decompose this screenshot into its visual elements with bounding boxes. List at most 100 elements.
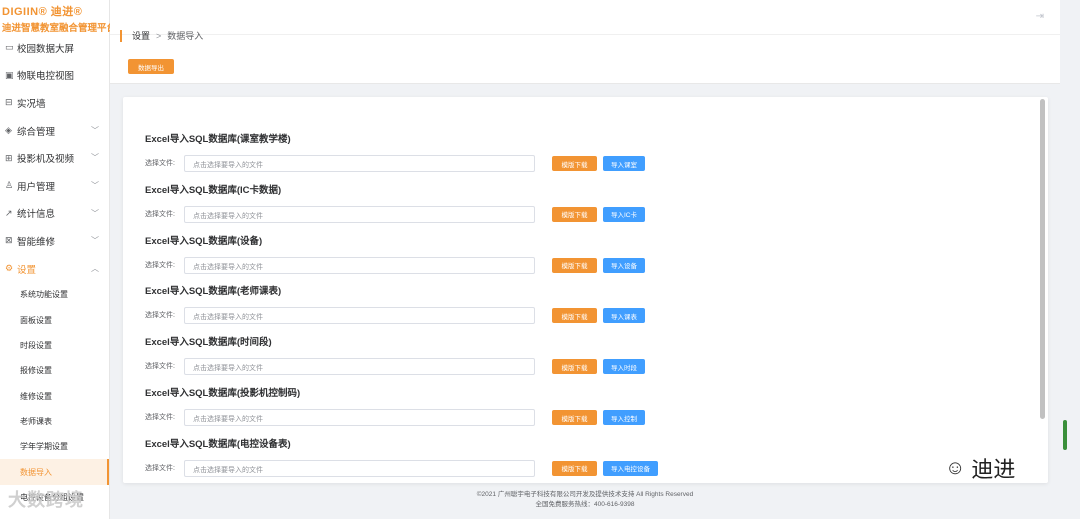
submenu-item-2[interactable]: 时段设置 — [0, 333, 109, 358]
file-label: 选择文件: — [145, 414, 175, 421]
breadcrumb-root[interactable]: 设置 — [132, 31, 150, 41]
watermark-left: 大数跨境 — [8, 486, 84, 512]
file-row: 选择文件: 点击选择要导入的文件 模版下载 导入控制 — [145, 409, 685, 426]
file-picker-input[interactable]: 点击选择要导入的文件 — [184, 459, 535, 477]
submenu-item-4[interactable]: 维修设置 — [0, 384, 109, 409]
section-title: Excel导入SQL数据库(时间段) — [145, 337, 272, 349]
side-scroll-indicator — [1063, 420, 1067, 450]
import-button[interactable]: 导入课室 — [603, 156, 645, 171]
sidebar-item-5[interactable]: ♙ 用户管理 ﹀ — [0, 172, 109, 200]
file-row: 选择文件: 点击选择要导入的文件 模版下载 导入时段 — [145, 358, 685, 376]
main-area: ⇥ 设置 > 数据导入 数据导出 Excel导入SQL数据库(课室教学楼) 选择文件:… — [110, 0, 1060, 519]
import-button[interactable]: 导入电控设备 — [603, 460, 658, 476]
file-label: 选择文件: — [145, 160, 175, 167]
submenu-item-7[interactable]: 数据导入 — [0, 459, 109, 485]
sidebar-item-8[interactable]: ⚙ 设置 ︿ — [0, 255, 109, 283]
file-picker-input[interactable]: 点击选择要导入的文件 — [184, 307, 535, 325]
sidebar-item-6[interactable]: ↗ 统计信息 ﹀ — [0, 200, 109, 228]
gear-icon: ⚙ — [5, 263, 14, 274]
import-section: Excel导入SQL数据库(电控设备表) 选择文件: 点击选择要导入的文件 模版下载导… — [145, 436, 685, 477]
file-row: 选择文件: 点击选择要导入的文件 模版下载 导入IC卡 — [145, 205, 685, 223]
import-button[interactable]: 导入IC卡 — [603, 206, 645, 222]
import-section: Excel导入SQL数据库(投影机控制码) 选择文件: 点击选择要导入的文件 模版下载… — [145, 385, 685, 426]
file-label: 选择文件: — [145, 312, 175, 320]
template-download-button[interactable]: 模版下载 — [552, 410, 597, 425]
sidebar-item-4[interactable]: ⊞ 投影机及视频 ﹀ — [0, 144, 109, 172]
file-label: 选择文件: — [145, 464, 175, 472]
file-picker-input[interactable]: 点击选择要导入的文件 — [184, 358, 535, 376]
sidebar-item-label: 智能维修 — [17, 236, 56, 248]
section-title: Excel导入SQL数据库(设备) — [145, 235, 263, 247]
breadcrumb: 设置 > 数据导入 — [120, 30, 203, 42]
template-download-button[interactable]: 模版下载 — [552, 359, 597, 375]
repair-icon: ⊠ — [5, 235, 13, 246]
watermark-right: ☺ 迪进 — [945, 452, 1015, 484]
file-picker-input[interactable]: 点击选择要导入的文件 — [184, 155, 535, 172]
submenu-item-6[interactable]: 学年学期设置 — [0, 434, 109, 459]
import-button[interactable]: 导入课表 — [603, 308, 645, 324]
import-button[interactable]: 导入设备 — [603, 257, 645, 273]
sidebar-item-0[interactable]: ▭ 校园数据大屏 — [0, 34, 109, 62]
sidebar-item-1[interactable]: ▣ 物联电控视图 — [0, 62, 109, 90]
top-bar: ⇥ — [110, 0, 1060, 34]
section-title: Excel导入SQL数据库(课室教学楼) — [145, 134, 291, 145]
template-download-button[interactable]: 模版下载 — [552, 156, 597, 171]
chevron-icon: ﹀ — [91, 125, 99, 135]
section-title: Excel导入SQL数据库(投影机控制码) — [145, 388, 301, 399]
section-title: Excel导入SQL数据库(IC卡数据) — [145, 184, 282, 196]
template-download-button[interactable]: 模版下载 — [552, 257, 597, 273]
file-picker-input[interactable]: 点击选择要导入的文件 — [184, 256, 535, 274]
submenu-item-1[interactable]: 面板设置 — [0, 308, 109, 333]
brand-subtitle: 迪进智慧教室融合管理平台 — [2, 23, 117, 34]
import-button[interactable]: 导入控制 — [603, 410, 645, 425]
footer: ©2021 广州聪宇电子科技有限公司开发及提供技术支持 All Rights R… — [110, 490, 1060, 510]
file-picker-input[interactable]: 点击选择要导入的文件 — [184, 205, 535, 223]
template-download-button[interactable]: 模版下载 — [552, 460, 597, 476]
template-download-button[interactable]: 模版下载 — [552, 308, 597, 324]
import-button[interactable]: 导入时段 — [603, 359, 645, 375]
footer-hotline: 全国免费服务热线：400-616-9398 — [535, 501, 635, 508]
file-row: 选择文件: 点击选择要导入的文件 模版下载 导入设备 — [145, 256, 685, 274]
settings-submenu: 系统功能设置 面板设置 时段设置 报修设置 维修设置 老师课表 学年学期设置 数据导入 电控设备… — [0, 282, 109, 510]
file-label: 选择文件: — [145, 363, 175, 371]
chevron-icon: ﹀ — [91, 236, 99, 246]
chevron-icon: ﹀ — [91, 180, 99, 190]
sidebar-item-3[interactable]: ◈ 综合管理 ﹀ — [0, 117, 109, 145]
sidebar: DIGIIN® 迪进® 迪进智慧教室融合管理平台 ▭ 校园数据大屏 ▣ 物联电控视图 ⊟… — [0, 0, 117, 519]
file-row: 选择文件: 点击选择要导入的文件 模版下载 导入课表 — [145, 307, 685, 325]
sidebar-item-label: 综合管理 — [17, 126, 56, 138]
file-row: 选择文件: 点击选择要导入的文件 模版下载 导入电控设备 — [145, 459, 685, 477]
file-picker-input[interactable]: 点击选择要导入的文件 — [184, 409, 535, 426]
sidebar-item-label: 实况墙 — [17, 98, 46, 110]
chevron-icon: ﹀ — [91, 153, 99, 163]
display-icon: ▣ — [5, 69, 14, 80]
brand: DIGIIN® 迪进® 迪进智慧教室融合管理平台 — [0, 0, 117, 34]
footer-copyright: ©2021 广州聪宇电子科技有限公司开发及提供技术支持 All Rights R… — [476, 491, 694, 498]
logout-icon[interactable]: ⇥ — [1036, 11, 1044, 22]
file-label: 选择文件: — [145, 261, 175, 269]
submenu-item-5[interactable]: 老师课表 — [0, 409, 109, 434]
sidebar-menu: ▭ 校园数据大屏 ▣ 物联电控视图 ⊟ 实况墙 ◈ 综合管理 ﹀ ⊞ 投影机及视频 ﹀ ♙ 用户管理 ﹀ ↗ 统… — [0, 34, 109, 282]
sidebar-item-label: 物联电控视图 — [17, 71, 75, 83]
watermark-right-text: 迪进 — [971, 457, 1016, 482]
breadcrumb-separator: > — [156, 31, 162, 41]
layers-icon: ◈ — [5, 125, 12, 136]
sidebar-item-label: 统计信息 — [17, 209, 56, 221]
user-icon: ♙ — [5, 180, 14, 191]
brand-logo: DIGIIN® 迪进® — [2, 6, 83, 18]
sidebar-item-7[interactable]: ⊠ 智能维修 ﹀ — [0, 227, 109, 255]
import-section: Excel导入SQL数据库(课室教学楼) 选择文件: 点击选择要导入的文件 模版下载导… — [145, 131, 685, 172]
scrollbar[interactable] — [1040, 99, 1045, 419]
monitor-icon: ▭ — [5, 42, 14, 53]
video-wall-icon: ⊟ — [5, 97, 13, 108]
section-title: Excel导入SQL数据库(老师课表) — [145, 286, 282, 298]
submenu-item-0[interactable]: 系统功能设置 — [0, 282, 109, 307]
chevron-icon: ﹀ — [91, 208, 99, 218]
import-section: Excel导入SQL数据库(IC卡数据) 选择文件: 点击选择要导入的文件 模版下载导… — [145, 182, 685, 223]
file-label: 选择文件: — [145, 210, 175, 218]
template-download-button[interactable]: 模版下载 — [552, 206, 597, 222]
breadcrumb-bar: 设置 > 数据导入 — [110, 30, 1060, 50]
export-data-button[interactable]: 数据导出 — [128, 59, 174, 74]
sidebar-item-2[interactable]: ⊟ 实况墙 — [0, 89, 109, 117]
submenu-item-3[interactable]: 报修设置 — [0, 358, 109, 383]
